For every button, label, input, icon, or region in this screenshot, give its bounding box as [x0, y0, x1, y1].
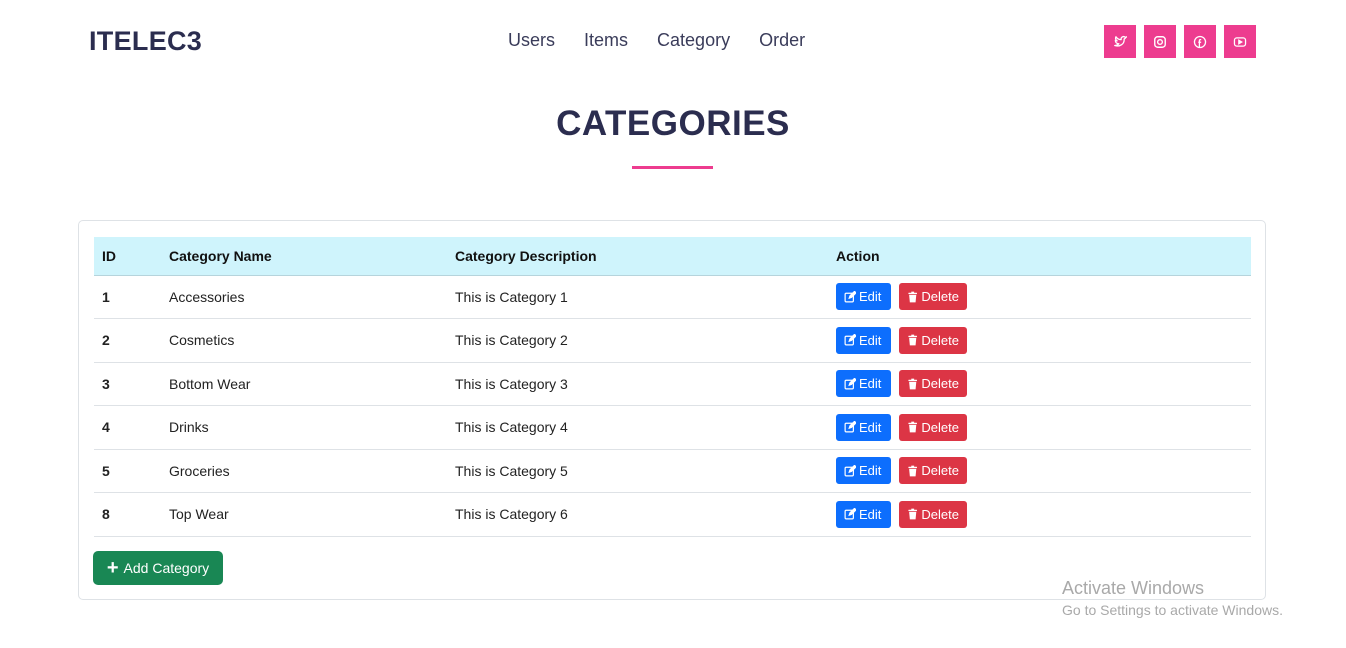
table-header-row: ID Category Name Category Description Ac…: [94, 237, 1251, 276]
trash-icon: [908, 378, 917, 390]
cell-category-description: This is Category 2: [455, 332, 568, 349]
cell-category-name: Accessories: [169, 288, 245, 305]
add-category-label: Add Category: [123, 560, 210, 576]
edit-button[interactable]: Edit: [836, 413, 891, 441]
twitter-button[interactable]: [1104, 25, 1136, 58]
cell-action: Edit Delete: [828, 449, 1251, 493]
edit-icon: [844, 508, 856, 520]
edit-icon: [844, 421, 856, 433]
title-underline: [632, 166, 713, 169]
edit-label: Edit: [859, 376, 882, 392]
cell-id: 1: [102, 288, 110, 305]
edit-label: Edit: [859, 332, 882, 348]
trash-icon: [908, 465, 917, 477]
delete-button[interactable]: Delete: [899, 370, 967, 398]
cell-category-description: This is Category 1: [455, 288, 568, 305]
edit-button[interactable]: Edit: [836, 457, 891, 485]
cell-category-name: Drinks: [169, 419, 209, 436]
plus-icon: +: [106, 557, 119, 579]
nav-category[interactable]: Category: [657, 30, 730, 51]
trash-icon: [908, 291, 917, 303]
cell-category-description: This is Category 6: [455, 506, 568, 523]
delete-label: Delete: [921, 463, 959, 479]
instagram-button[interactable]: [1144, 25, 1176, 58]
edit-label: Edit: [859, 463, 882, 479]
cell-action: Edit Delete: [828, 362, 1251, 406]
edit-button[interactable]: Edit: [836, 326, 891, 354]
edit-button[interactable]: Edit: [836, 370, 891, 398]
edit-button[interactable]: Edit: [836, 283, 891, 311]
delete-label: Delete: [921, 289, 959, 305]
cell-id: 5: [102, 462, 110, 479]
cell-category-name: Cosmetics: [169, 332, 235, 349]
cell-category-description: This is Category 3: [455, 375, 568, 392]
trash-icon: [908, 421, 917, 433]
cell-id: 2: [102, 332, 110, 349]
instagram-icon: [1154, 35, 1166, 48]
cell-id: 8: [102, 506, 110, 523]
youtube-icon: [1233, 36, 1247, 47]
youtube-button[interactable]: [1224, 25, 1256, 58]
header-category-name: Category Name: [161, 237, 447, 276]
table-row: 1 Accessories This is Category 1 Edit Delete: [94, 275, 1251, 319]
trash-icon: [908, 334, 917, 346]
cell-action: Edit Delete: [828, 319, 1251, 363]
social-links: [1104, 25, 1256, 58]
categories-card: ID Category Name Category Description Ac…: [78, 220, 1266, 600]
cell-category-name: Top Wear: [169, 506, 229, 523]
header-id: ID: [94, 237, 161, 276]
edit-icon: [844, 377, 856, 390]
nav-users[interactable]: Users: [508, 30, 555, 51]
cell-category-name: Groceries: [169, 462, 230, 479]
delete-label: Delete: [921, 332, 959, 348]
windows-activation-watermark: Activate Windows Go to Settings to activ…: [1062, 578, 1283, 618]
delete-button[interactable]: Delete: [899, 326, 967, 354]
watermark-title: Activate Windows: [1062, 578, 1205, 598]
delete-label: Delete: [921, 506, 959, 522]
delete-label: Delete: [921, 419, 959, 435]
delete-button[interactable]: Delete: [899, 413, 967, 441]
cell-category-description: This is Category 4: [455, 419, 568, 436]
header-action: Action: [828, 237, 1251, 276]
edit-button[interactable]: Edit: [836, 500, 891, 528]
edit-icon: [844, 334, 856, 346]
twitter-icon: [1114, 35, 1127, 47]
facebook-icon: [1193, 35, 1207, 48]
cell-id: 4: [102, 419, 110, 436]
page-title: CATEGORIES: [556, 104, 790, 143]
table-row: 3 Bottom Wear This is Category 3 Edit Delete: [94, 362, 1251, 406]
facebook-button[interactable]: [1184, 25, 1216, 58]
delete-label: Delete: [921, 376, 959, 392]
nav-items[interactable]: Items: [584, 30, 628, 51]
cell-category-name: Bottom Wear: [169, 375, 251, 392]
delete-button[interactable]: Delete: [899, 500, 967, 528]
nav-order[interactable]: Order: [759, 30, 805, 51]
cell-action: Edit Delete: [828, 275, 1251, 319]
table-row: 5 Groceries This is Category 5 Edit Delete: [94, 449, 1251, 493]
edit-icon: [844, 290, 856, 303]
edit-icon: [844, 464, 856, 477]
cell-action: Edit Delete: [828, 493, 1251, 537]
table-row: 4 Drinks This is Category 4 Edit Delete: [94, 406, 1251, 450]
table-row: 8 Top Wear This is Category 6 Edit Delete: [94, 493, 1251, 537]
main-nav: Users Items Category Order: [508, 30, 805, 51]
watermark-subtitle: Go to Settings to activate Windows.: [1062, 602, 1283, 618]
edit-label: Edit: [859, 289, 882, 305]
categories-table: ID Category Name Category Description Ac…: [94, 237, 1251, 537]
add-category-button[interactable]: + Add Category: [93, 551, 223, 585]
header-category-description: Category Description: [447, 237, 828, 276]
brand-logo[interactable]: ITELEC3: [89, 26, 202, 57]
cell-action: Edit Delete: [828, 406, 1251, 450]
delete-button[interactable]: Delete: [899, 283, 967, 311]
cell-category-description: This is Category 5: [455, 462, 568, 479]
cell-id: 3: [102, 375, 110, 392]
edit-label: Edit: [859, 419, 882, 435]
table-row: 2 Cosmetics This is Category 2 Edit Delete: [94, 319, 1251, 363]
edit-label: Edit: [859, 506, 882, 522]
trash-icon: [908, 508, 917, 520]
delete-button[interactable]: Delete: [899, 457, 967, 485]
